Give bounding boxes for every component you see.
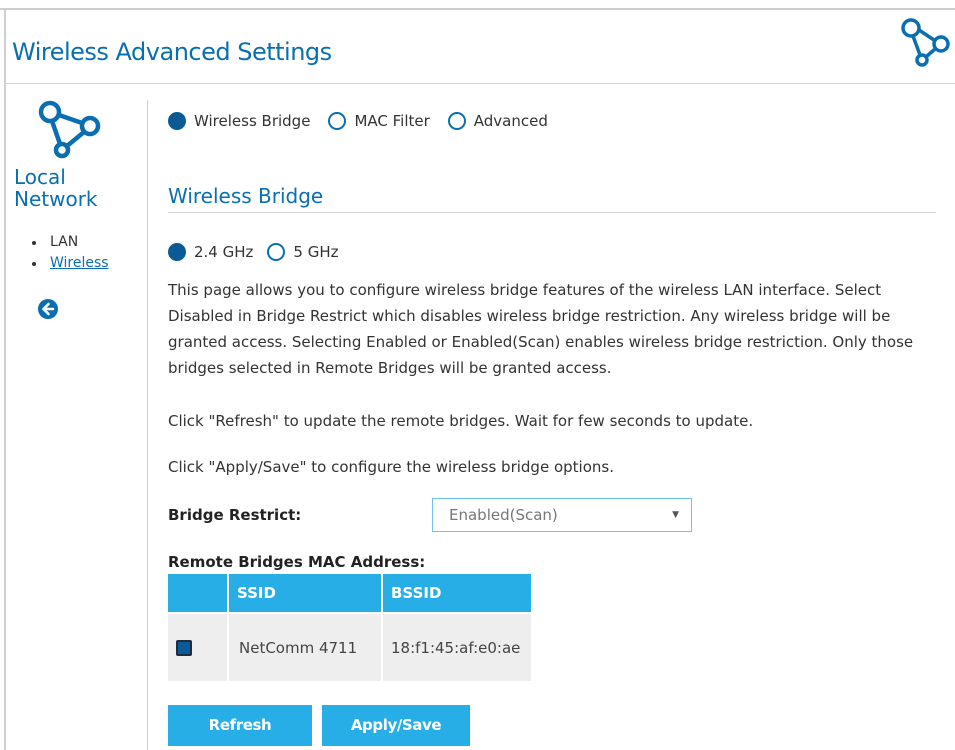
sidebar-nav: LAN Wireless <box>30 232 109 274</box>
local-network-icon <box>38 100 101 159</box>
apply-save-button[interactable]: Apply/Save <box>322 705 470 746</box>
sidebar-item-label[interactable]: Wireless <box>50 255 109 271</box>
tab-label: Advanced <box>473 112 548 130</box>
frame-border-top <box>0 8 955 10</box>
band-label: 5 GHz <box>293 243 339 261</box>
tab-advanced[interactable]: Advanced <box>447 112 548 130</box>
tab-label: Wireless Bridge <box>194 112 311 130</box>
radio-selected-icon[interactable] <box>168 243 186 261</box>
table-row: NetComm 4711 18:f1:45:af:e0:ae <box>168 612 533 681</box>
sidebar-title: Local Network <box>14 166 98 210</box>
frame-border-left <box>4 8 6 750</box>
bssid-cell: 18:f1:45:af:e0:ae <box>382 612 533 681</box>
description-paragraph: This page allows you to configure wirele… <box>168 281 914 377</box>
band-2-4ghz[interactable]: 2.4 GHz <box>168 243 253 261</box>
radio-unselected-icon[interactable] <box>267 243 286 261</box>
sidebar-item-wireless[interactable]: Wireless <box>30 253 109 274</box>
radio-unselected-icon[interactable] <box>328 112 347 130</box>
remote-bridges-table: SSID BSSID NetComm 4711 18:f1:45:af:e0:a… <box>168 574 533 681</box>
bridge-restrict-label: Bridge Restrict: <box>168 506 302 524</box>
column-header-bssid: BSSID <box>382 574 533 613</box>
arrow-left-icon <box>42 302 55 316</box>
back-button[interactable] <box>38 299 58 319</box>
column-header-ssid: SSID <box>228 574 383 613</box>
bridge-restrict-value: Enabled(Scan) <box>449 506 558 524</box>
sidebar-title-line2: Network <box>14 187 98 211</box>
sidebar-divider <box>147 100 148 750</box>
column-header-select <box>168 574 229 613</box>
section-title: Wireless Bridge <box>168 184 324 208</box>
ssid-cell: NetComm 4711 <box>228 612 383 681</box>
title-divider <box>6 83 955 84</box>
remote-bridges-label: Remote Bridges MAC Address: <box>168 553 426 571</box>
select-cell <box>168 612 229 681</box>
page-title: Wireless Advanced Settings <box>12 38 332 66</box>
table-header-row: SSID BSSID <box>168 574 533 613</box>
sidebar-item-lan[interactable]: LAN <box>30 232 109 253</box>
settings-tabs: Wireless Bridge MAC Filter Advanced <box>168 112 566 130</box>
bridge-restrict-select[interactable]: Enabled(Scan) ▼ <box>432 498 692 532</box>
dropdown-arrow-icon: ▼ <box>672 510 679 520</box>
tab-mac-filter[interactable]: MAC Filter <box>328 112 430 130</box>
tab-label: MAC Filter <box>354 112 430 130</box>
refresh-button[interactable]: Refresh <box>168 705 312 746</box>
refresh-instructions: Click "Refresh" to update the remote bri… <box>168 412 754 430</box>
band-5ghz[interactable]: 5 GHz <box>267 243 339 261</box>
band-selector: 2.4 GHz 5 GHz <box>168 243 357 261</box>
section-divider <box>168 212 936 213</box>
bridge-select-checkbox[interactable] <box>176 639 192 656</box>
network-logo-icon <box>901 18 950 67</box>
radio-selected-icon[interactable] <box>168 112 186 130</box>
sidebar-item-label[interactable]: LAN <box>50 234 78 250</box>
sidebar-title-line1: Local <box>14 165 66 189</box>
tab-wireless-bridge[interactable]: Wireless Bridge <box>168 112 310 130</box>
band-label: 2.4 GHz <box>194 243 254 261</box>
apply-instructions: Click "Apply/Save" to configure the wire… <box>168 458 614 476</box>
radio-unselected-icon[interactable] <box>447 112 466 130</box>
